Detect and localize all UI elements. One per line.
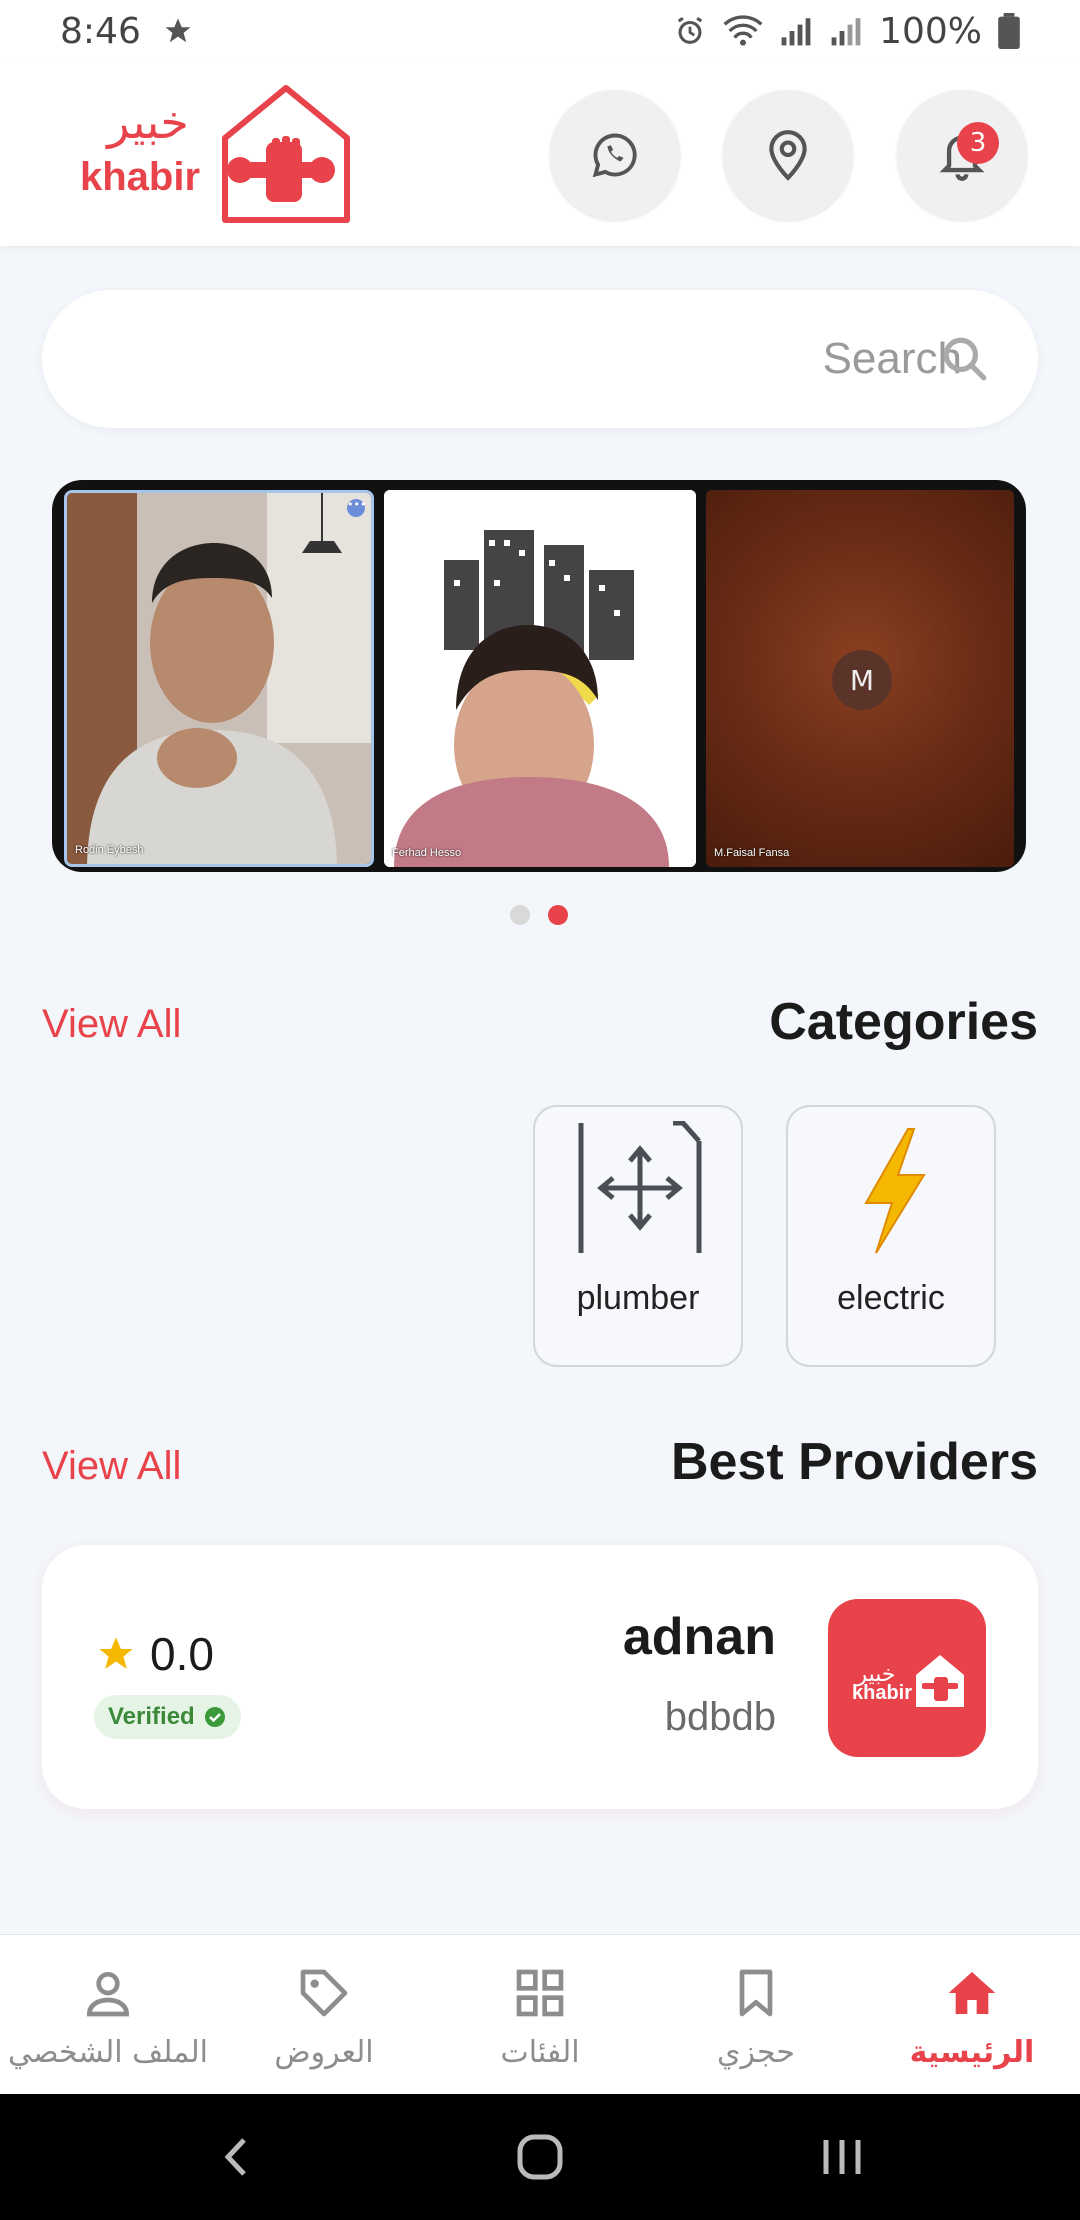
whatsapp-icon [592,133,637,178]
location-pin-icon [769,130,807,181]
participant-name: Rodin Eybesh [75,844,144,856]
lightning-bolt-icon [864,1128,926,1254]
nav-label: الرئيسية [909,2035,1035,2070]
banner-carousel[interactable]: ••• Rodin Eybesh Ferhad Hesso M M.Faisal… [52,480,1026,872]
alarm-icon [677,16,703,44]
participant-name: M.Faisal Fansa [714,847,790,859]
category-label: plumber [576,1279,700,1317]
status-time: 8:46 [60,10,141,52]
home-button-icon[interactable] [510,2132,570,2182]
provider-name: adnan [622,1608,776,1666]
khabir-logo: خبير khabir [852,1655,964,1707]
svg-text:خبير: خبير [105,95,189,150]
bottom-navigation: الملف الشخصي العروض الفئات حجزي الرئيسية [0,1934,1080,2094]
verified-check-icon [204,1707,225,1727]
star-notification-icon [165,18,191,43]
nav-categories[interactable]: الفئات [432,1935,648,2095]
home-icon [948,1972,996,2014]
verified-label: Verified [108,1703,195,1730]
user-icon [86,1972,130,2017]
categories-title: Categories [769,993,1038,1051]
recent-apps-icon[interactable] [812,2132,872,2182]
providers-title: Best Providers [670,1433,1038,1491]
participant-name: Ferhad Hesso [392,847,462,859]
search-bar[interactable] [42,290,1038,428]
svg-text:khabir: khabir [80,155,200,199]
location-button[interactable] [723,90,853,220]
more-options-icon[interactable]: ••• [347,499,366,517]
whatsapp-button[interactable] [550,90,680,220]
provider-card[interactable]: 0.0 Verified adnan bdbdb خبير khabir [42,1545,1038,1809]
providers-view-all-link[interactable]: View All [42,1444,181,1489]
search-icon[interactable] [940,334,990,384]
search-input[interactable] [102,324,962,394]
wifi-icon [723,15,763,46]
carousel-dot[interactable] [510,905,530,925]
signal-icon-2 [831,18,861,46]
grid-icon [516,1969,564,2017]
categories-view-all-link[interactable]: View All [42,1002,181,1047]
status-bar: 8:46 100% [0,0,1080,62]
star-icon [99,1637,133,1669]
app-header: خبير khabir 3 [0,62,1080,246]
status-icons: 100% [673,11,1020,52]
participant-video [384,490,696,867]
bookmark-icon [739,1969,773,2017]
signal-icon [781,18,811,46]
khabir-logo: خبير khabir [80,85,350,223]
nav-profile[interactable]: الملف الشخصي [0,1935,216,2095]
participant-video [67,493,371,864]
nav-offers[interactable]: العروض [216,1935,432,2095]
back-icon[interactable] [208,2132,268,2182]
provider-rating: 0.0 [96,1627,214,1681]
nav-bookings[interactable]: حجزي [648,1935,864,2095]
provider-avatar: خبير khabir [828,1599,986,1757]
nav-home[interactable]: الرئيسية [864,1935,1080,2095]
resize-arrows-icon [578,1121,702,1253]
participant-avatar: M [832,650,892,710]
category-label: electric [837,1279,945,1317]
provider-subtitle: bdbdb [664,1695,776,1739]
carousel-dot-active[interactable] [548,905,568,925]
category-card-electric[interactable]: electric [786,1105,996,1367]
battery-percent: 100% [879,10,982,52]
category-card-plumber[interactable]: plumber [533,1105,743,1367]
video-tile: Ferhad Hesso [384,490,696,867]
system-navigation-bar [0,2094,1080,2220]
home-screen: 8:46 100% خبير khabir 3 Search ••• Rodin… [0,0,1080,2220]
notifications-button[interactable]: 3 [897,90,1027,220]
tag-icon [300,1969,348,2017]
video-tile: ••• Rodin Eybesh [64,490,374,867]
battery-icon [998,13,1020,49]
verified-badge: Verified [94,1695,241,1739]
video-tile: M M.Faisal Fansa [706,490,1014,867]
carousel-dots [510,905,568,925]
svg-text:khabir: khabir [852,1682,912,1704]
notification-badge: 3 [957,122,999,164]
rating-value: 0.0 [150,1628,214,1680]
